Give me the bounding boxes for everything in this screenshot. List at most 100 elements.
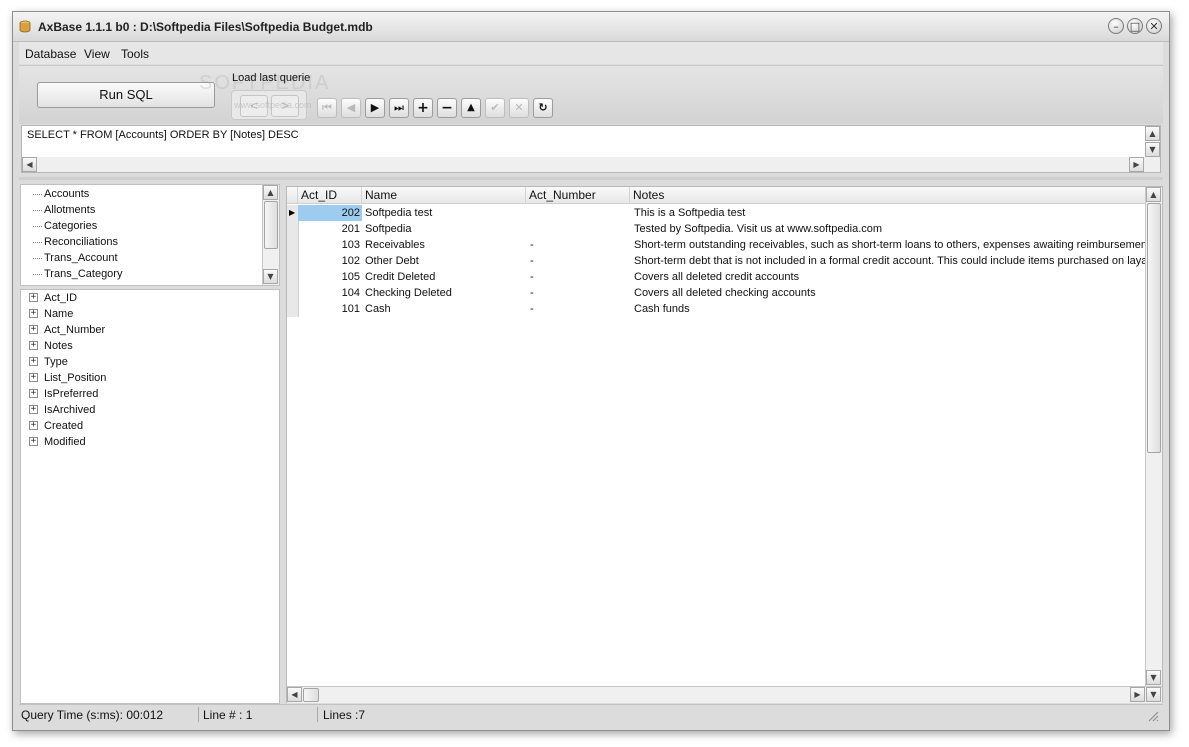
cell-name[interactable]: Softpedia test [365, 205, 525, 221]
delete-record-button[interactable]: − [437, 98, 457, 118]
scroll-right-icon[interactable]: ▶ [1130, 687, 1145, 702]
table-item-reconciliations[interactable]: Reconciliations [44, 236, 118, 248]
next-record-button[interactable]: ▶ [365, 98, 385, 118]
last-record-button[interactable]: ⏭ [389, 98, 409, 118]
cell-act-id[interactable]: 103 [298, 237, 362, 253]
column-header-act-id[interactable]: Act_ID [298, 187, 362, 204]
table-row[interactable]: 102 Other Debt - Short-term debt that is… [287, 253, 1147, 269]
column-header-notes[interactable]: Notes [630, 187, 1147, 204]
tables-scrollbar[interactable]: ▲ ▼ [262, 185, 279, 285]
table-row[interactable]: 101 Cash - Cash funds [287, 301, 1147, 317]
expand-icon[interactable]: + [29, 325, 38, 334]
maximize-button[interactable]: □ [1127, 18, 1143, 34]
field-created[interactable]: Created [44, 420, 83, 432]
scroll-down-icon[interactable]: ▼ [263, 269, 278, 284]
scroll-thumb[interactable] [1147, 203, 1161, 453]
menu-tools[interactable]: Tools [121, 47, 149, 61]
table-row[interactable]: ▶ 202 Softpedia test This is a Softpedia… [287, 205, 1147, 221]
expand-icon[interactable]: + [29, 437, 38, 446]
field-act-id[interactable]: Act_ID [44, 292, 77, 304]
sql-editor[interactable]: SELECT * FROM [Accounts] ORDER BY [Notes… [21, 125, 1161, 159]
cancel-edit-button[interactable]: ✕ [509, 98, 529, 118]
table-item-trans-account[interactable]: Trans_Account [44, 252, 118, 264]
field-type[interactable]: Type [44, 356, 68, 368]
close-button[interactable]: ✕ [1146, 18, 1162, 34]
cell-act-id[interactable]: 201 [298, 221, 362, 237]
cell-notes[interactable]: Cash funds [634, 301, 1147, 317]
cell-name[interactable]: Checking Deleted [365, 285, 525, 301]
menu-database[interactable]: Database [25, 47, 76, 61]
field-name[interactable]: Name [44, 308, 73, 320]
scroll-left-icon[interactable]: ◀ [22, 157, 37, 172]
cell-notes[interactable]: Short-term debt that is not included in … [634, 253, 1147, 269]
cell-act-id[interactable]: 104 [298, 285, 362, 301]
column-header-act-number[interactable]: Act_Number [526, 187, 630, 204]
sql-horizontal-scrollbar[interactable]: ◀ ▶ [21, 157, 1161, 173]
insert-record-button[interactable]: + [413, 98, 433, 118]
sql-query-text[interactable]: SELECT * FROM [Accounts] ORDER BY [Notes… [27, 129, 299, 141]
cell-act-number[interactable] [530, 205, 630, 221]
field-notes[interactable]: Notes [44, 340, 73, 352]
table-row[interactable]: 105 Credit Deleted - Covers all deleted … [287, 269, 1147, 285]
sql-scroll-down-icon[interactable]: ▼ [1145, 142, 1160, 157]
cell-notes[interactable]: Short-term outstanding receivables, such… [634, 237, 1147, 253]
table-item-trans-category[interactable]: Trans_Category [44, 268, 122, 280]
cell-notes[interactable]: Covers all deleted checking accounts [634, 285, 1147, 301]
prior-record-button[interactable]: ◀ [341, 98, 361, 118]
minimize-button[interactable]: – [1108, 18, 1124, 34]
cell-name[interactable]: Receivables [365, 237, 525, 253]
field-ispreferred[interactable]: IsPreferred [44, 388, 98, 400]
field-list-position[interactable]: List_Position [44, 372, 106, 384]
cell-act-id[interactable]: 202 [298, 205, 362, 221]
resize-grip-icon[interactable] [1147, 710, 1159, 722]
menu-view[interactable]: View [84, 47, 110, 61]
run-sql-button[interactable]: Run SQL [37, 82, 215, 108]
first-record-button[interactable]: ⏮ [317, 98, 337, 118]
cell-name[interactable]: Softpedia [365, 221, 525, 237]
table-row[interactable]: 103 Receivables - Short-term outstanding… [287, 237, 1147, 253]
table-row[interactable]: 104 Checking Deleted - Covers all delete… [287, 285, 1147, 301]
scroll-up-icon[interactable]: ▲ [1146, 187, 1161, 202]
expand-icon[interactable]: + [29, 309, 38, 318]
cell-name[interactable]: Other Debt [365, 253, 525, 269]
table-item-allotments[interactable]: Allotments [44, 204, 95, 216]
edit-record-button[interactable]: ▲ [461, 98, 481, 118]
cell-notes[interactable]: This is a Softpedia test [634, 205, 1147, 221]
cell-act-number[interactable]: - [530, 285, 630, 301]
grid-horizontal-scrollbar[interactable]: ◀ ▶ ▼ [287, 686, 1162, 703]
scroll-up-icon[interactable]: ▲ [263, 185, 278, 200]
refresh-button[interactable]: ↻ [533, 98, 553, 118]
cell-notes[interactable]: Covers all deleted credit accounts [634, 269, 1147, 285]
expand-icon[interactable]: + [29, 357, 38, 366]
scroll-thumb[interactable] [303, 688, 319, 702]
expand-icon[interactable]: + [29, 341, 38, 350]
cell-notes[interactable]: Tested by Softpedia. Visit us at www.sof… [634, 221, 1147, 237]
cell-act-number[interactable]: - [530, 301, 630, 317]
table-item-categories[interactable]: Categories [44, 220, 97, 232]
scroll-thumb[interactable] [264, 201, 278, 249]
expand-icon[interactable]: + [29, 405, 38, 414]
sql-scroll-up-icon[interactable]: ▲ [1145, 126, 1160, 141]
expand-icon[interactable]: + [29, 293, 38, 302]
cell-name[interactable]: Cash [365, 301, 525, 317]
grid-vertical-scrollbar[interactable]: ▲ ▼ [1145, 187, 1162, 686]
expand-icon[interactable]: + [29, 421, 38, 430]
field-act-number[interactable]: Act_Number [44, 324, 105, 336]
expand-icon[interactable]: + [29, 389, 38, 398]
table-item-accounts[interactable]: Accounts [44, 188, 89, 200]
cell-act-id[interactable]: 105 [298, 269, 362, 285]
cell-act-number[interactable] [530, 221, 630, 237]
splitter[interactable] [19, 177, 1163, 180]
scroll-down-icon[interactable]: ▼ [1146, 687, 1161, 702]
scroll-left-icon[interactable]: ◀ [287, 687, 302, 702]
cell-act-number[interactable]: - [530, 253, 630, 269]
table-row[interactable]: 201 Softpedia Tested by Softpedia. Visit… [287, 221, 1147, 237]
cell-act-id[interactable]: 102 [298, 253, 362, 269]
title-bar[interactable]: AxBase 1.1.1 b0 : D:\Softpedia Files\Sof… [13, 12, 1169, 42]
cell-act-id[interactable]: 101 [298, 301, 362, 317]
post-edit-button[interactable]: ✔ [485, 98, 505, 118]
column-header-name[interactable]: Name [362, 187, 526, 204]
scroll-down-icon[interactable]: ▼ [1146, 670, 1161, 685]
cell-act-number[interactable]: - [530, 269, 630, 285]
cell-act-number[interactable]: - [530, 237, 630, 253]
